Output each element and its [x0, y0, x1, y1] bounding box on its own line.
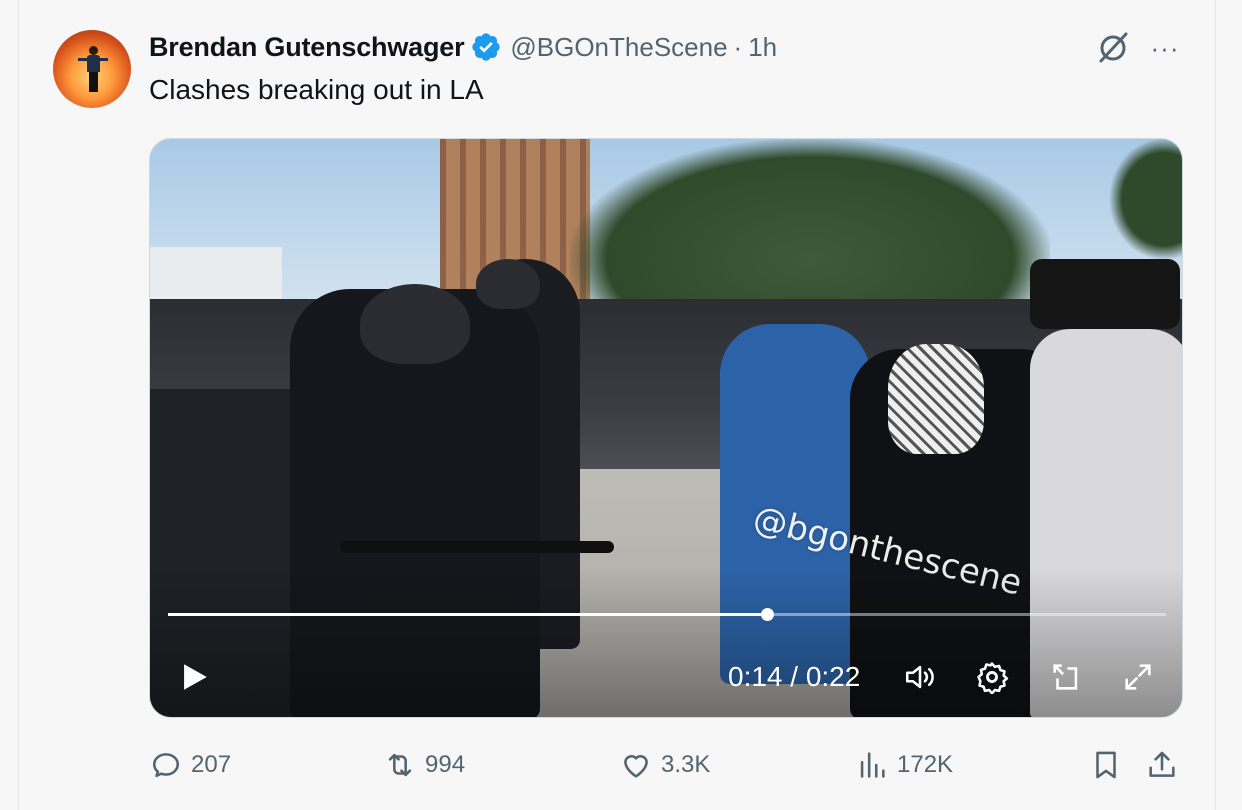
- like-button[interactable]: 3.3K: [619, 742, 710, 788]
- video-progress-bar[interactable]: [168, 608, 1166, 621]
- video-frame-headscarf: [888, 344, 984, 454]
- dock-icon: [1053, 664, 1078, 690]
- fullscreen-icon: [1125, 664, 1151, 690]
- dock-video-button[interactable]: [1044, 655, 1088, 699]
- video-controls-shade: [150, 567, 1182, 717]
- tweet-card[interactable]: Brendan Gutenschwager @BGOnTheScene · 1h…: [18, 0, 1216, 810]
- grok-icon[interactable]: [1095, 30, 1131, 66]
- volume-icon: [905, 665, 934, 689]
- heart-icon: [624, 755, 648, 778]
- verified-badge-icon[interactable]: [470, 31, 502, 63]
- volume-button[interactable]: [898, 655, 942, 699]
- video-frame-camera: [1030, 259, 1180, 329]
- share-button[interactable]: [1145, 742, 1179, 788]
- bookmark-button[interactable]: [1089, 742, 1123, 788]
- author-avatar[interactable]: [53, 30, 131, 108]
- play-button[interactable]: [172, 655, 216, 699]
- video-progress-fill: [168, 613, 767, 616]
- video-frame-baton: [340, 541, 614, 553]
- tweet-text: Clashes breaking out in LA: [149, 74, 484, 105]
- fullscreen-button[interactable]: [1116, 655, 1160, 699]
- video-frame-trees-right: [1110, 139, 1182, 259]
- reply-icon: [152, 753, 180, 778]
- play-icon: [184, 664, 207, 690]
- video-progress-thumb[interactable]: [760, 608, 774, 621]
- repost-button[interactable]: 994: [383, 742, 465, 788]
- video-timecode: 0:14 / 0:22: [728, 661, 861, 692]
- repost-count: 994: [425, 751, 466, 778]
- more-icon[interactable]: ···: [1147, 32, 1183, 64]
- author-name[interactable]: Brendan Gutenschwager: [149, 32, 465, 63]
- author-handle[interactable]: @BGOnTheScene: [510, 32, 727, 63]
- reply-button[interactable]: 207: [149, 742, 231, 788]
- views-chart-icon: [860, 752, 885, 778]
- tweet-header: Brendan Gutenschwager @BGOnTheScene · 1h: [149, 30, 777, 64]
- video-frame-building: [150, 247, 282, 307]
- like-count: 3.3K: [661, 751, 711, 778]
- reply-count: 207: [191, 751, 232, 778]
- views-button[interactable]: 172K: [855, 742, 953, 788]
- dot-separator: ·: [733, 31, 743, 62]
- views-count: 172K: [897, 751, 954, 778]
- settings-button[interactable]: [970, 655, 1014, 699]
- video-frame-helmet: [476, 259, 540, 309]
- tweet-actions: 207 994 3.3K 172K: [149, 742, 1183, 788]
- repost-icon: [388, 753, 412, 777]
- share-icon: [1149, 751, 1175, 777]
- video-frame-helmet: [360, 284, 470, 364]
- gear-icon: [977, 662, 1009, 694]
- avatar-figure: [78, 46, 108, 92]
- bookmark-icon: [1096, 751, 1116, 779]
- tweet-timestamp[interactable]: 1h: [748, 32, 777, 63]
- video-player[interactable]: @bgonthescene 0:14 / 0:22: [149, 138, 1183, 718]
